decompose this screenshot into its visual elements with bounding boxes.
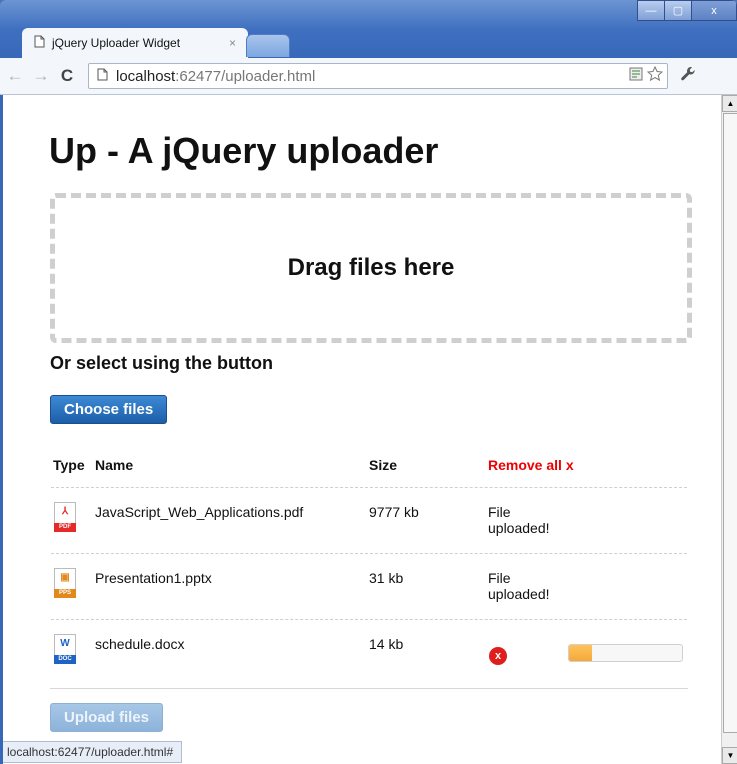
- page-icon: [34, 35, 45, 51]
- file-size: 31 kb: [369, 570, 404, 586]
- table-row: W DOC schedule.docx 14 kb x: [51, 619, 687, 686]
- pdf-glyph: ⅄: [61, 506, 69, 517]
- file-type-tag: PDF: [54, 523, 76, 532]
- tab-title: jQuery Uploader Widget: [52, 36, 181, 50]
- bookmark-star-icon[interactable]: [646, 65, 664, 86]
- scroll-up-icon[interactable]: ▲: [722, 95, 737, 112]
- file-name: Presentation1.pptx: [95, 570, 212, 586]
- browser-toolbar: ← → C localhost:62477/uploader.html: [0, 58, 737, 95]
- close-window-button[interactable]: x: [691, 0, 737, 21]
- reload-icon[interactable]: C: [56, 66, 78, 86]
- page-action-icon[interactable]: [629, 67, 643, 85]
- new-tab-button[interactable]: [246, 34, 290, 57]
- file-type-tag: DOC: [54, 655, 76, 664]
- remove-all-link[interactable]: Remove all x: [488, 457, 574, 473]
- progress-fill: [569, 645, 592, 661]
- header-size: Size: [369, 457, 398, 473]
- file-type-tag: PPS: [54, 589, 76, 598]
- maximize-button[interactable]: ▢: [664, 0, 692, 21]
- omnibox-actions: [629, 65, 664, 86]
- doc-icon: W DOC: [54, 634, 76, 664]
- upload-progress-bar: [568, 644, 683, 662]
- pdf-icon: ⅄ PDF: [54, 502, 76, 532]
- table-row: ⅄ PDF JavaScript_Web_Applications.pdf 97…: [51, 487, 687, 554]
- file-name: schedule.docx: [95, 636, 185, 652]
- minimize-button[interactable]: —: [637, 0, 665, 21]
- table-row: ▣ PPS Presentation1.pptx 31 kb File uplo…: [51, 553, 687, 620]
- page-title: Up - A jQuery uploader: [49, 130, 439, 171]
- header-name: Name: [95, 457, 134, 473]
- vertical-scrollbar[interactable]: ▲ ▼: [721, 95, 737, 764]
- tab-close-icon[interactable]: ×: [229, 36, 236, 50]
- header-type: Type: [53, 457, 85, 473]
- back-icon[interactable]: ←: [4, 66, 26, 86]
- pps-icon: ▣ PPS: [54, 568, 76, 598]
- pps-glyph: ▣: [60, 572, 70, 583]
- upload-files-button[interactable]: Upload files: [50, 703, 164, 732]
- browser-window: jQuery Uploader Widget × — ▢ x ← → C loc…: [0, 0, 737, 764]
- upload-status: File uploaded!: [488, 504, 550, 536]
- wrench-icon[interactable]: [680, 66, 696, 87]
- url-host: localhost: [116, 67, 176, 85]
- doc-glyph: W: [60, 638, 70, 649]
- upload-status: File uploaded!: [488, 570, 550, 602]
- file-name: JavaScript_Web_Applications.pdf: [95, 504, 304, 520]
- drop-zone-label: Drag files here: [287, 254, 455, 281]
- address-bar[interactable]: localhost:62477/uploader.html: [88, 63, 668, 89]
- forward-icon[interactable]: →: [30, 66, 52, 86]
- file-table-header: Type Name Size Remove all x: [51, 455, 687, 479]
- file-size: 9777 kb: [369, 504, 419, 520]
- scroll-thumb[interactable]: [723, 113, 737, 733]
- select-instruction: Or select using the button: [50, 353, 274, 373]
- table-divider: [50, 688, 688, 689]
- status-bar: localhost:62477/uploader.html#: [3, 741, 183, 763]
- choose-files-button[interactable]: Choose files: [50, 395, 168, 424]
- file-size: 14 kb: [369, 636, 404, 652]
- page-content: Up - A jQuery uploader Drag files here O…: [3, 95, 721, 764]
- browser-tab[interactable]: jQuery Uploader Widget ×: [22, 28, 248, 58]
- window-controls: — ▢ x: [637, 0, 737, 21]
- drop-zone[interactable]: Drag files here: [50, 193, 692, 343]
- page-icon: [97, 68, 108, 85]
- cancel-upload-icon[interactable]: x: [489, 647, 507, 665]
- scroll-down-icon[interactable]: ▼: [722, 747, 737, 764]
- url-path: :62477/uploader.html: [175, 67, 316, 85]
